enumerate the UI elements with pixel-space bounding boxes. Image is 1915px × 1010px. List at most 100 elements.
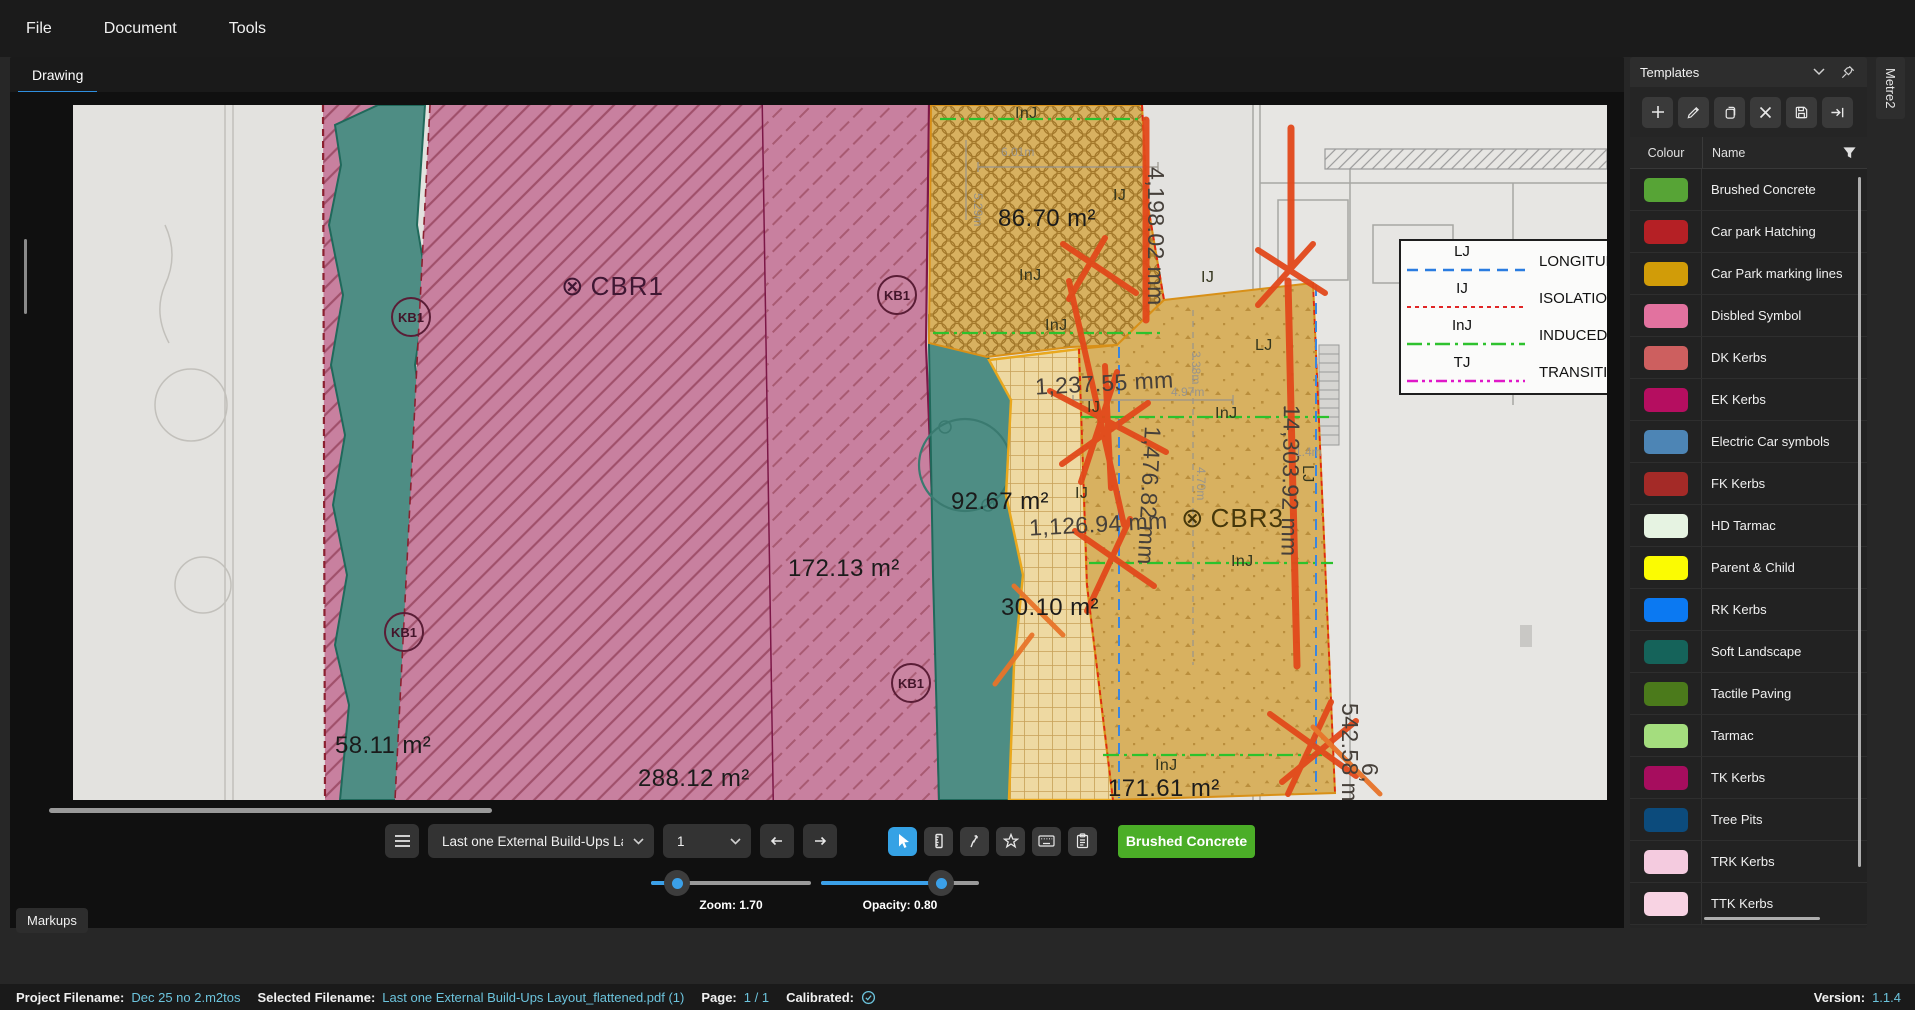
pointer-icon xyxy=(895,833,910,849)
chevron-down-icon xyxy=(633,838,644,845)
kb1-marker: KB1 xyxy=(891,663,931,703)
template-name: Tactile Paving xyxy=(1702,686,1867,701)
canvas-h-scrollbar[interactable] xyxy=(49,808,492,813)
opacity-slider[interactable]: Opacity: 0.80 xyxy=(821,870,979,916)
template-row[interactable]: Parent & Child xyxy=(1630,547,1867,589)
duplicate-template-button[interactable] xyxy=(1714,97,1745,128)
kb1-marker: KB1 xyxy=(384,612,424,652)
page-select[interactable]: 1 xyxy=(663,824,751,858)
area-measurement[interactable]: 86.70 m² xyxy=(998,205,1096,233)
template-name: TRK Kerbs xyxy=(1702,854,1867,869)
markups-button[interactable]: Markups xyxy=(16,908,88,933)
template-row[interactable]: Car Park marking lines xyxy=(1630,253,1867,295)
template-row[interactable]: Tree Pits xyxy=(1630,799,1867,841)
arrow-left-icon xyxy=(769,833,785,849)
kb1-marker: KB1 xyxy=(877,275,917,315)
template-row[interactable]: DK Kerbs xyxy=(1630,337,1867,379)
workspace: Drawing xyxy=(0,57,1915,984)
template-row[interactable]: HD Tarmac xyxy=(1630,505,1867,547)
edit-template-button[interactable] xyxy=(1678,97,1709,128)
next-page-button[interactable] xyxy=(803,824,837,858)
column-colour: Colour xyxy=(1630,137,1703,168)
menu-button[interactable] xyxy=(385,824,419,858)
pin-icon[interactable] xyxy=(1841,65,1855,79)
length-measurement[interactable]: 4,198.02 mm xyxy=(1142,167,1169,306)
template-row[interactable]: TK Kerbs xyxy=(1630,757,1867,799)
template-name: FK Kerbs xyxy=(1702,476,1867,491)
legend-desc: LONGITUDINAL xyxy=(1539,253,1607,270)
template-name: EK Kerbs xyxy=(1702,392,1867,407)
filter-icon[interactable] xyxy=(1842,146,1867,160)
zoom-slider[interactable]: Zoom: 1.70 xyxy=(651,870,811,916)
template-row[interactable]: Electric Car symbols xyxy=(1630,421,1867,463)
star-tool-button[interactable] xyxy=(996,827,1025,856)
joint-label: LJ xyxy=(1298,465,1316,483)
template-row[interactable]: FK Kerbs xyxy=(1630,463,1867,505)
menu-tools[interactable]: Tools xyxy=(229,20,266,38)
templates-panel-title: Templates xyxy=(1640,65,1797,80)
area-measurement[interactable]: 288.12 m² xyxy=(638,765,750,793)
side-tab-metre2[interactable]: Metre2 xyxy=(1876,57,1905,119)
save-template-button[interactable] xyxy=(1786,97,1817,128)
funnel-icon xyxy=(1842,146,1857,160)
zoom-slider-thumb[interactable] xyxy=(664,870,690,896)
template-name: RK Kerbs xyxy=(1702,602,1867,617)
keyboard-button[interactable] xyxy=(1032,827,1061,856)
area-measurement[interactable]: 58.11 m² xyxy=(335,732,431,760)
star-icon xyxy=(1003,833,1019,849)
prev-page-button[interactable] xyxy=(760,824,794,858)
template-row[interactable]: Tarmac xyxy=(1630,715,1867,757)
area-measurement[interactable]: 172.13 m² xyxy=(788,555,900,583)
template-row[interactable]: Brushed Concrete xyxy=(1630,169,1867,211)
pointer-tool-button[interactable] xyxy=(888,827,917,856)
template-row[interactable]: RK Kerbs xyxy=(1630,589,1867,631)
ruler-tool-button[interactable] xyxy=(924,827,953,856)
selected-filename-value[interactable]: Last one External Build-Ups Layout_flatt… xyxy=(382,990,684,1005)
template-swatch xyxy=(1644,598,1688,622)
active-template-button[interactable]: Brushed Concrete xyxy=(1118,825,1255,858)
delete-template-button[interactable] xyxy=(1750,97,1781,128)
pdf-dimension: 4.97m xyxy=(1171,385,1204,399)
template-name: HD Tarmac xyxy=(1702,518,1867,533)
menu-document[interactable]: Document xyxy=(104,20,177,38)
tab-drawing[interactable]: Drawing xyxy=(18,61,97,94)
canvas-viewport[interactable]: ⊗ CBR1 ⊗ CBR3 KB1 KB1 KB1 KB1 86.70 m² 9… xyxy=(10,92,1624,928)
template-row[interactable]: Soft Landscape xyxy=(1630,631,1867,673)
polyline-tool-button[interactable] xyxy=(960,827,989,856)
template-name: TTK Kerbs xyxy=(1702,896,1867,911)
area-measurement[interactable]: 30.10 m² xyxy=(1001,594,1099,622)
file-select[interactable]: Last one External Build-Ups Layout_f xyxy=(428,824,654,858)
template-name: Tarmac xyxy=(1702,728,1867,743)
legend-code: LJ xyxy=(1401,243,1523,260)
template-row[interactable]: Disbled Symbol xyxy=(1630,295,1867,337)
template-row[interactable]: TRK Kerbs xyxy=(1630,841,1867,883)
notes-tool-button[interactable] xyxy=(1068,827,1097,856)
template-row[interactable]: EK Kerbs xyxy=(1630,379,1867,421)
menu-file[interactable]: File xyxy=(26,20,52,38)
length-measurement[interactable]: 542.58 mm xyxy=(1336,703,1363,800)
canvas-v-scrollbar[interactable] xyxy=(24,239,27,314)
add-template-button[interactable] xyxy=(1642,97,1673,128)
joint-label: IJ xyxy=(1075,485,1088,503)
templates-h-scrollbar[interactable] xyxy=(1704,917,1820,920)
length-measurement[interactable]: 6, xyxy=(1356,763,1383,783)
plus-icon xyxy=(1651,105,1665,119)
template-name: Disbled Symbol xyxy=(1702,308,1867,323)
legend-desc: INDUCED xyxy=(1539,327,1607,344)
template-row[interactable]: Tactile Paving xyxy=(1630,673,1867,715)
cbr-symbol-icon: ⊗ xyxy=(561,273,585,300)
opacity-slider-thumb[interactable] xyxy=(928,870,954,896)
calibrated-label: Calibrated: xyxy=(786,990,854,1005)
export-template-button[interactable] xyxy=(1822,97,1853,128)
area-measurement[interactable]: 171.61 m² xyxy=(1108,775,1220,800)
templates-list: Brushed Concrete Car park Hatching Car P… xyxy=(1630,169,1867,925)
templates-v-scrollbar[interactable] xyxy=(1858,177,1861,867)
arrow-to-bar-icon xyxy=(1830,105,1845,120)
collapse-chevron-icon[interactable] xyxy=(1813,68,1825,76)
page-label: Page: xyxy=(701,990,736,1005)
area-measurement[interactable]: 92.67 m² xyxy=(951,488,1049,516)
drawing-page[interactable]: ⊗ CBR1 ⊗ CBR3 KB1 KB1 KB1 KB1 86.70 m² 9… xyxy=(73,105,1607,800)
opacity-slider-label: Opacity: 0.80 xyxy=(821,898,979,912)
project-filename-value[interactable]: Dec 25 no 2.m2tos xyxy=(131,990,240,1005)
template-row[interactable]: Car park Hatching xyxy=(1630,211,1867,253)
